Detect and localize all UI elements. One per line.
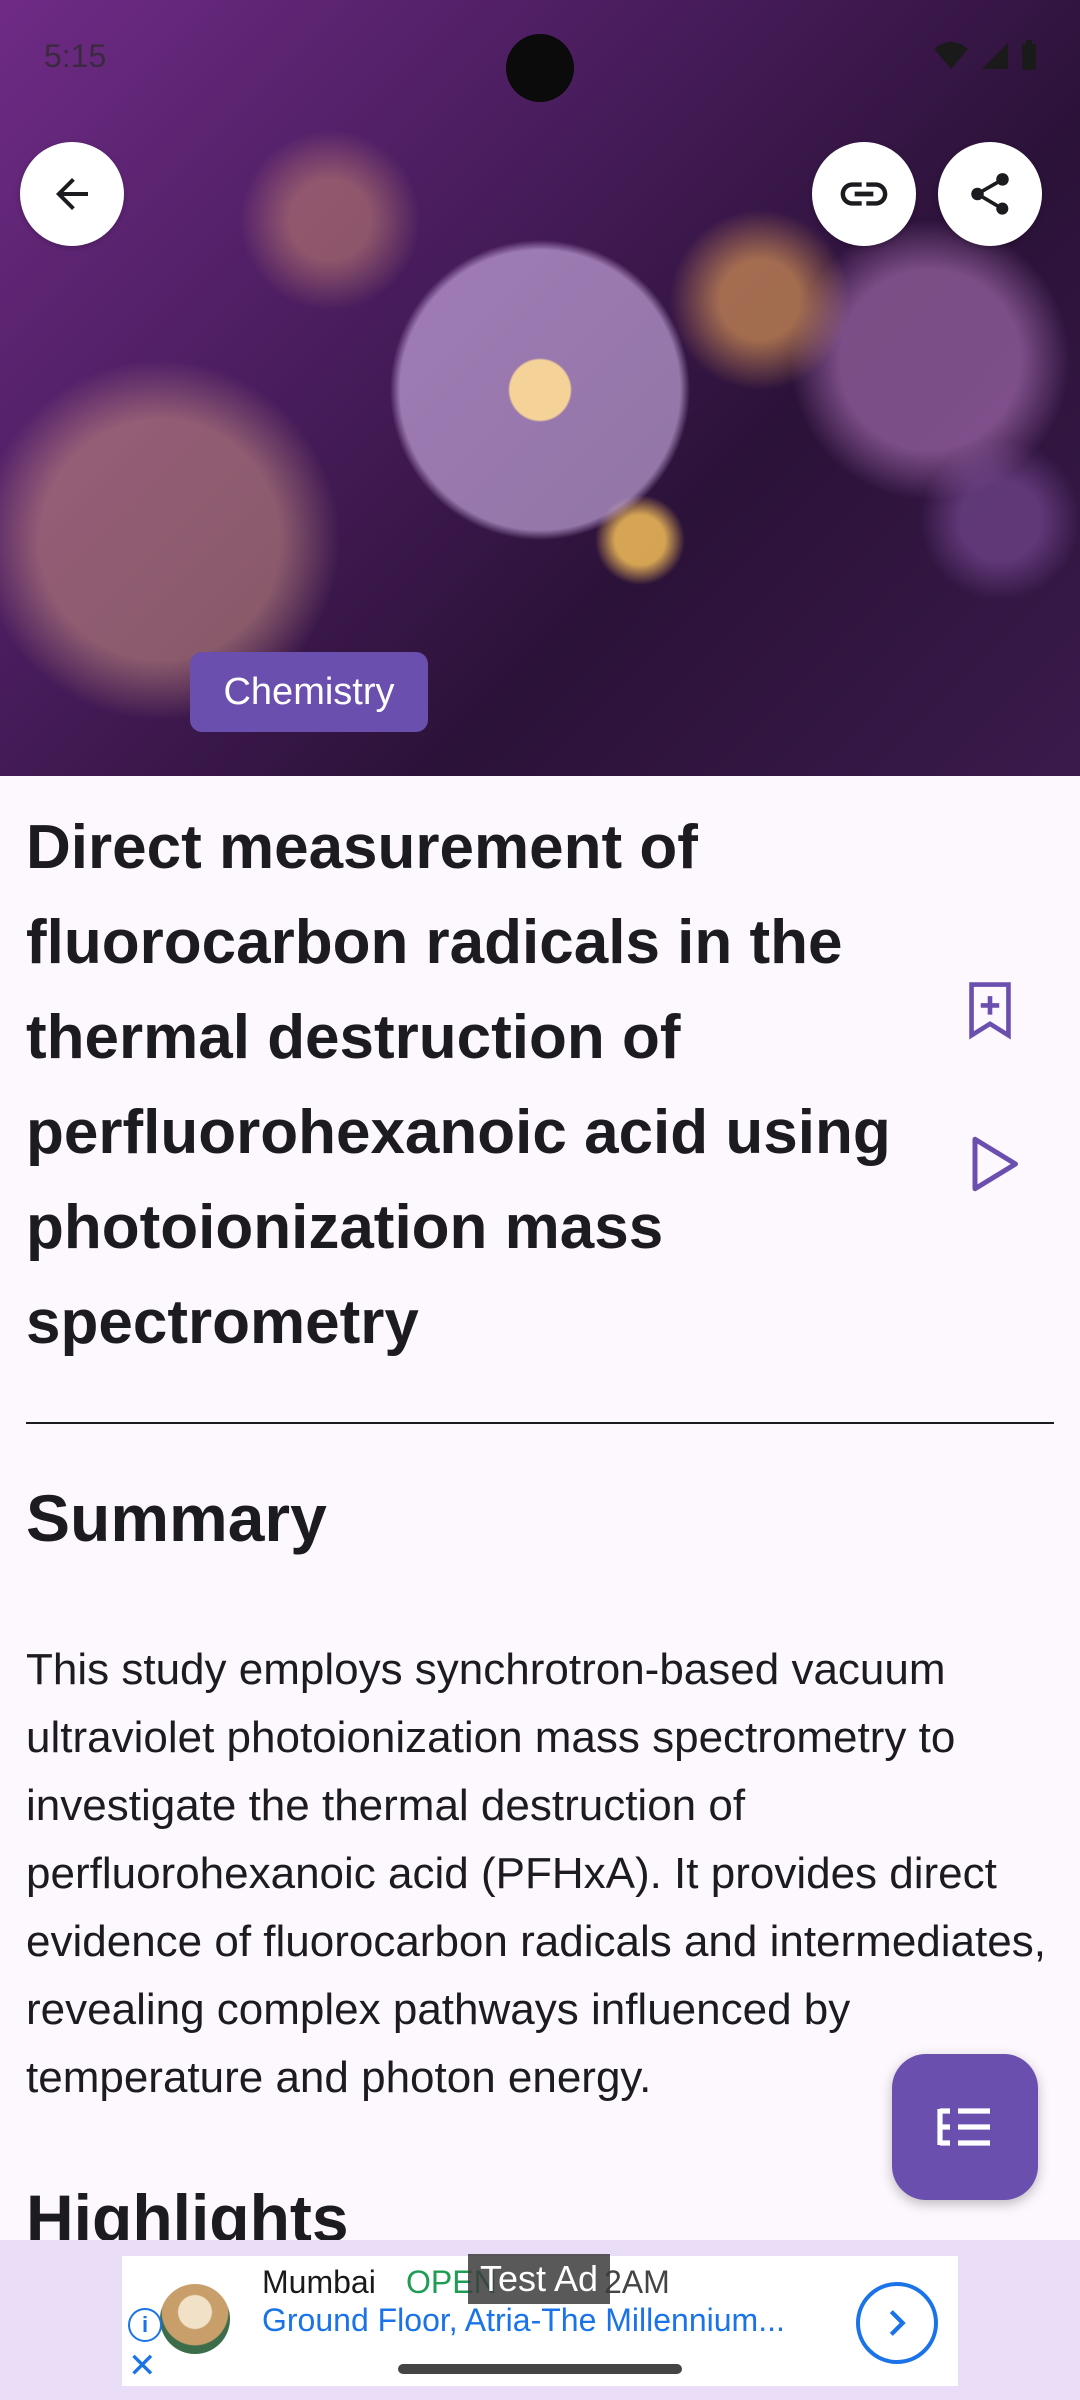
ad-go-button[interactable]	[856, 2282, 938, 2364]
ad-city: Mumbai	[262, 2264, 376, 2300]
hero-image: 5:15 Chemistry	[0, 0, 1080, 776]
summary-text: This study employs synchrotron-based vac…	[26, 1645, 1046, 2102]
camera-cutout	[506, 34, 574, 102]
ad-test-label: Test Ad	[468, 2254, 610, 2304]
back-button[interactable]	[20, 142, 124, 246]
title-divider	[26, 1422, 1054, 1424]
play-icon	[972, 1136, 1018, 1192]
share-icon	[971, 173, 1009, 215]
table-of-contents-fab[interactable]	[892, 2054, 1038, 2200]
status-time: 5:15	[44, 38, 107, 74]
ad-hours: 2AM	[604, 2264, 670, 2300]
arrow-back-icon	[56, 178, 88, 210]
status-icons	[932, 40, 1038, 72]
article-title: Direct measurement of fluorocarbon radic…	[26, 813, 891, 1357]
battery-icon	[1022, 40, 1036, 70]
wifi-icon	[934, 42, 968, 69]
bookmark-add-button[interactable]	[962, 980, 1018, 1045]
share-button[interactable]	[938, 142, 1042, 246]
summary-heading: Summary	[26, 1481, 327, 1555]
home-indicator[interactable]	[398, 2364, 682, 2374]
signal-icon	[982, 43, 1008, 69]
toc-list-icon	[937, 2108, 990, 2146]
play-audio-button[interactable]	[966, 1134, 1020, 1199]
bookmark-add-icon	[969, 982, 1011, 1040]
copy-link-button[interactable]	[812, 142, 916, 246]
ad-address-link[interactable]: Ground Floor, Atria-The Millennium...	[262, 2302, 785, 2339]
ad-info-icon[interactable]: i	[128, 2308, 162, 2342]
category-chip[interactable]: Chemistry	[190, 652, 428, 732]
link-icon	[840, 182, 888, 206]
ad-avatar	[160, 2284, 230, 2354]
ad-close-icon[interactable]: ✕	[128, 2346, 157, 2386]
chevron-right-icon	[889, 2310, 906, 2336]
